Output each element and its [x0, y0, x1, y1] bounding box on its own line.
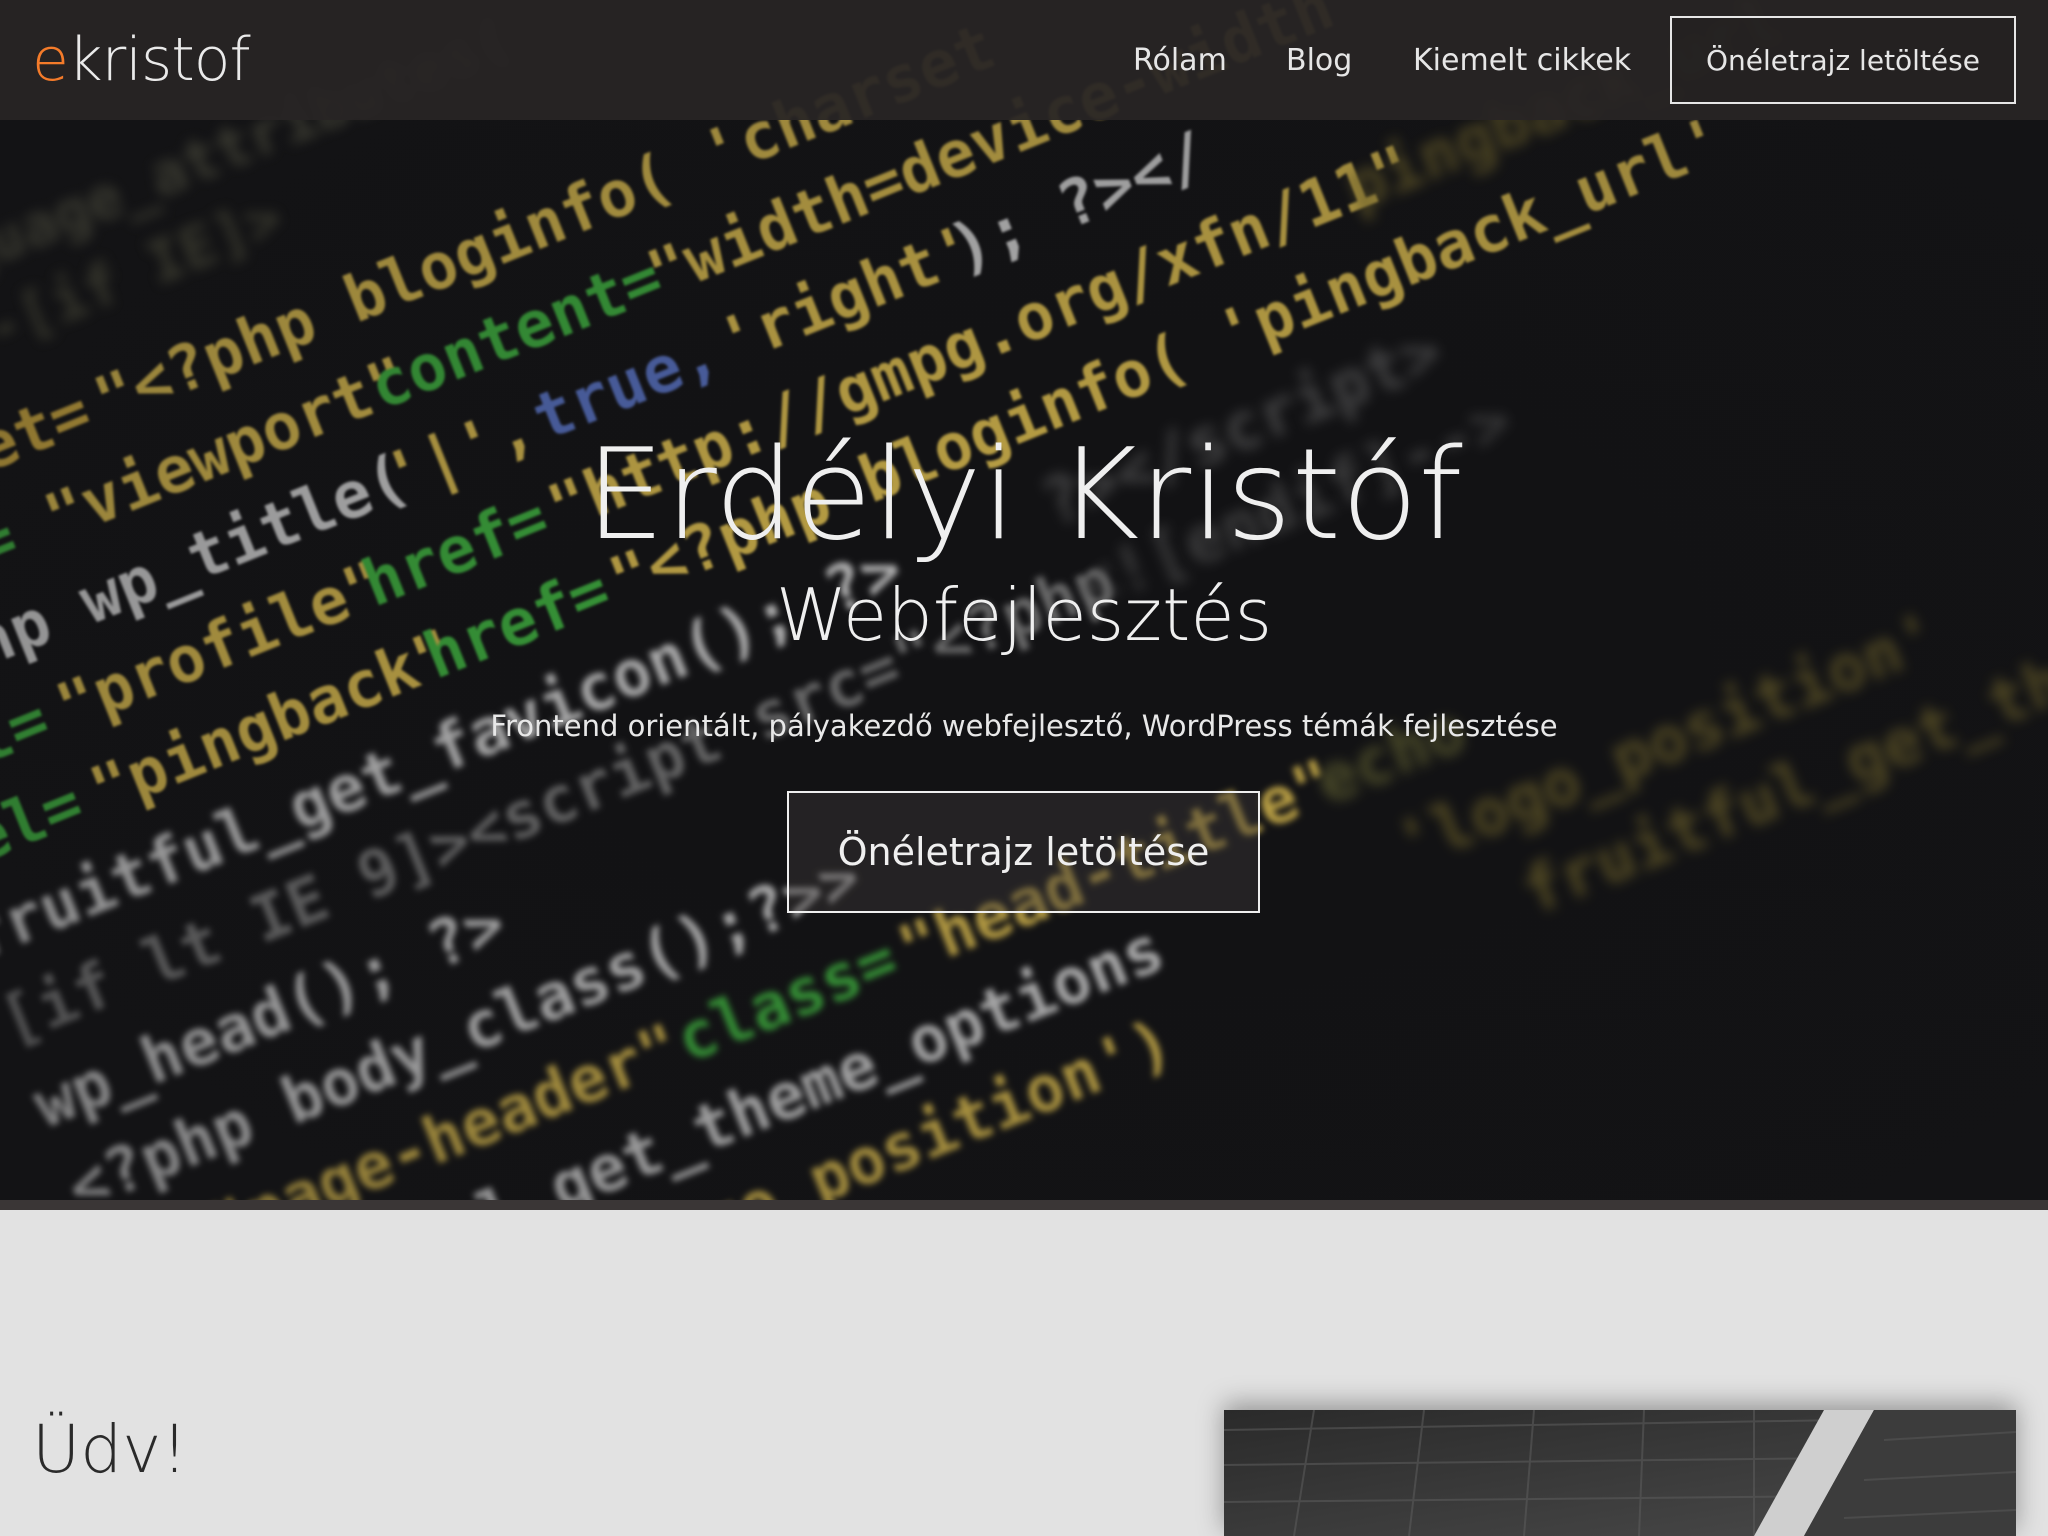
about-photo: [1224, 1410, 2016, 1536]
hero-subtitle: Webfejlesztés: [775, 573, 1273, 657]
hero-section: language_attributes( <!--[if IE]> charse…: [0, 0, 2048, 1200]
site-logo[interactable]: ekristof: [32, 22, 251, 98]
hero-divider: [0, 1200, 2048, 1210]
logo-accent-letter: e: [32, 25, 69, 95]
hero-cv-download-button[interactable]: Önéletrajz letöltése: [787, 791, 1260, 913]
logo-text: kristof: [67, 25, 251, 95]
about-heading: Üdv!: [32, 1411, 188, 1488]
nav-link-kiemelt-cikkek[interactable]: Kiemelt cikkek: [1413, 38, 1631, 84]
top-navbar: ekristof Rólam Blog Kiemelt cikkek Önéle…: [0, 0, 2048, 120]
hero-title: Erdélyi Kristóf: [585, 421, 1463, 568]
hero-description: Frontend orientált, pályakezdő webfejles…: [490, 709, 1558, 743]
nav-link-blog[interactable]: Blog: [1286, 38, 1352, 84]
nav-cv-download-button[interactable]: Önéletrajz letöltése: [1670, 16, 2016, 104]
nav-link-rolam[interactable]: Rólam: [1133, 38, 1227, 84]
